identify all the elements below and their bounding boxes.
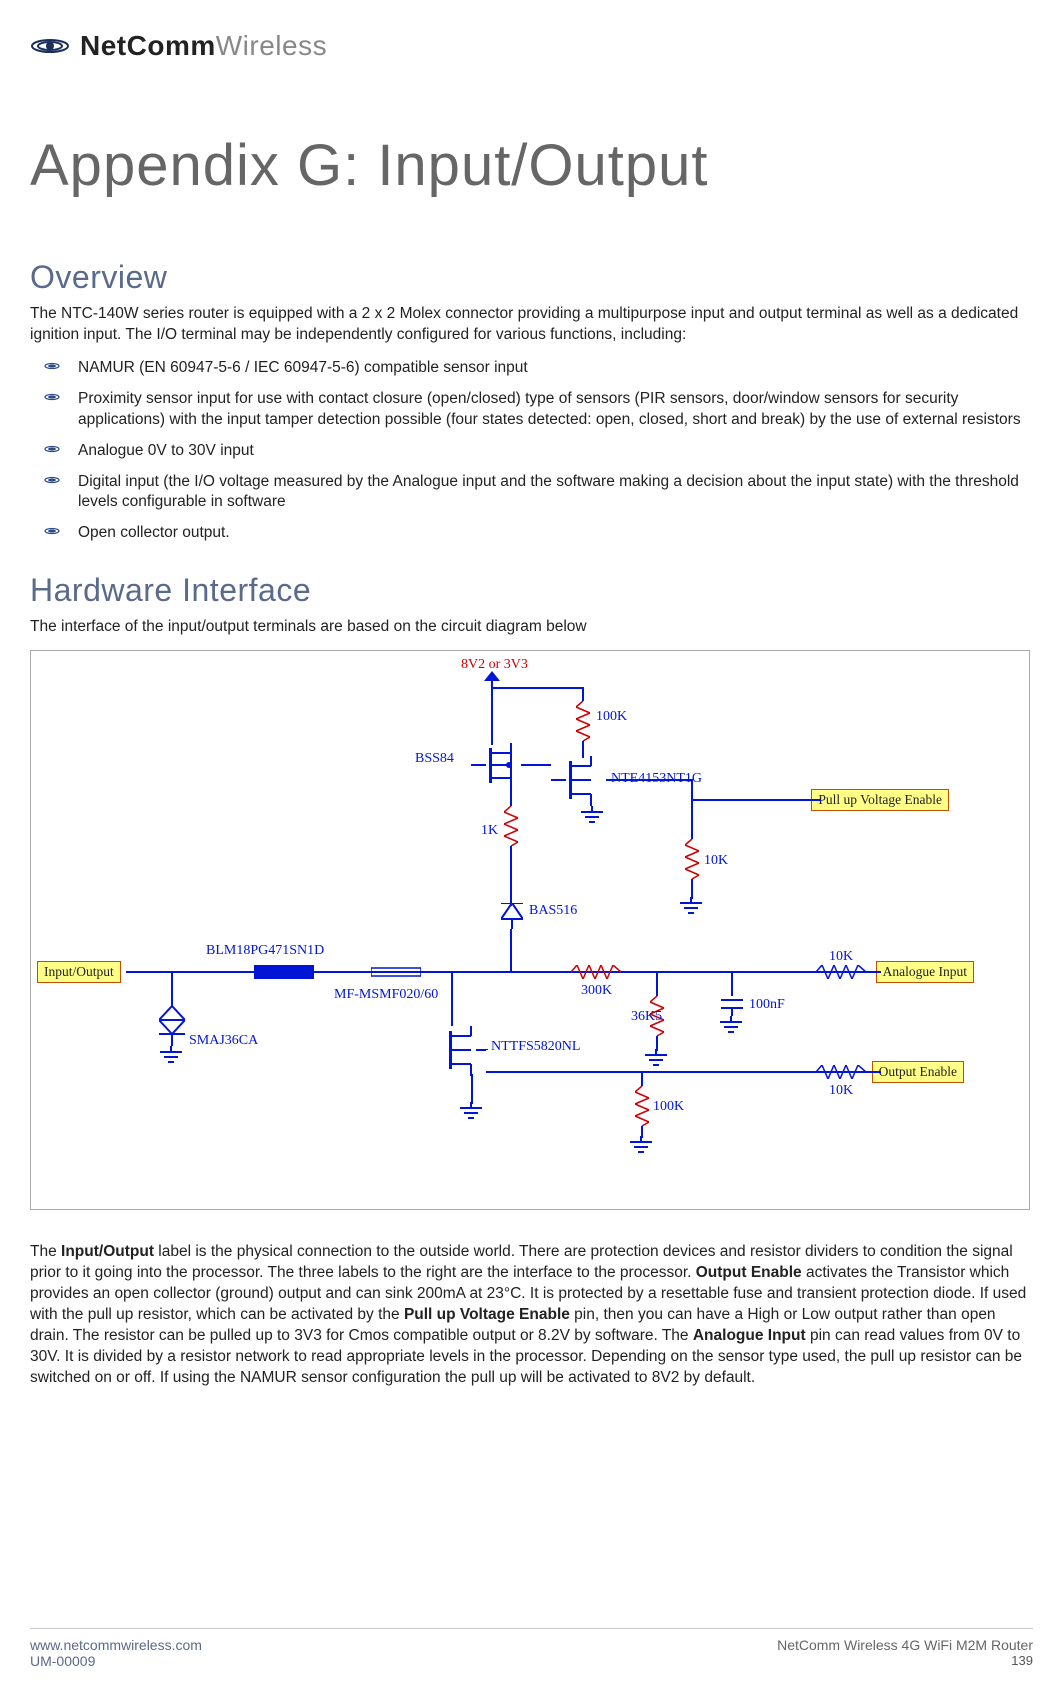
bullet-icon	[44, 391, 60, 403]
brand-logo: NetCommWireless	[30, 30, 1033, 62]
pin-ain: Analogue Input	[876, 961, 974, 983]
label-blm: BLM18PG471SN1D	[206, 943, 324, 959]
bullet-icon	[44, 443, 60, 455]
footer-url: www.netcommwireless.com	[30, 1637, 202, 1653]
label-r10k-c: 10K	[829, 1083, 853, 1099]
label-smaj: SMAJ36CA	[189, 1033, 258, 1049]
pin-oen: Output Enable	[872, 1061, 964, 1083]
page-footer: www.netcommwireless.com UM-00009 NetComm…	[30, 1628, 1033, 1669]
overview-section: Overview The NTC-140W series router is e…	[30, 259, 1033, 544]
label-r10k-a: 10K	[704, 853, 728, 869]
label-bss84: BSS84	[415, 751, 454, 767]
hardware-intro: The interface of the input/output termin…	[30, 617, 1033, 638]
overview-heading: Overview	[30, 259, 1033, 296]
pin-io: Input/Output	[37, 961, 121, 983]
label-nttfs: NTTFS5820NL	[491, 1039, 580, 1055]
bullet-icon	[44, 474, 60, 486]
label-bas516: BAS516	[529, 903, 577, 919]
label-r300k: 300K	[581, 983, 612, 999]
bullet-icon	[44, 525, 60, 537]
hardware-section: Hardware Interface The interface of the …	[30, 572, 1033, 1388]
label-r100k-a: 100K	[596, 709, 627, 725]
list-item: Digital input (the I/O voltage measured …	[78, 472, 1033, 514]
page-title: Appendix G: Input/Output	[30, 132, 1033, 199]
netcomm-icon	[30, 31, 70, 61]
brand-text: NetCommWireless	[80, 30, 327, 62]
list-item: Proximity sensor input for use with cont…	[78, 389, 1033, 431]
circuit-diagram: 8V2 or 3V3 100K BSS84 NTE4153NT1G 1K	[30, 650, 1030, 1210]
pin-pullup: Pull up Voltage Enable	[811, 789, 949, 811]
list-item: Analogue 0V to 30V input	[78, 441, 1033, 462]
overview-intro: The NTC-140W series router is equipped w…	[30, 304, 1033, 346]
footer-product: NetComm Wireless 4G WiFi M2M Router	[777, 1637, 1033, 1653]
footer-page: 139	[777, 1653, 1033, 1668]
bullet-icon	[44, 360, 60, 372]
footer-doc: UM-00009	[30, 1653, 202, 1669]
label-r36k5: 36K5	[631, 1009, 662, 1025]
label-r10k-b: 10K	[829, 949, 853, 965]
hardware-explain: The Input/Output label is the physical c…	[30, 1242, 1033, 1388]
hardware-heading: Hardware Interface	[30, 572, 1033, 609]
label-r1k: 1K	[481, 823, 498, 839]
label-mf: MF-MSMF020/60	[334, 987, 438, 1003]
label-c100n: 100nF	[749, 997, 785, 1013]
label-r100k-b: 100K	[653, 1099, 684, 1115]
list-item: Open collector output.	[78, 523, 1033, 544]
list-item: NAMUR (EN 60947-5-6 / IEC 60947-5-6) com…	[78, 358, 1033, 379]
overview-list: NAMUR (EN 60947-5-6 / IEC 60947-5-6) com…	[30, 358, 1033, 544]
